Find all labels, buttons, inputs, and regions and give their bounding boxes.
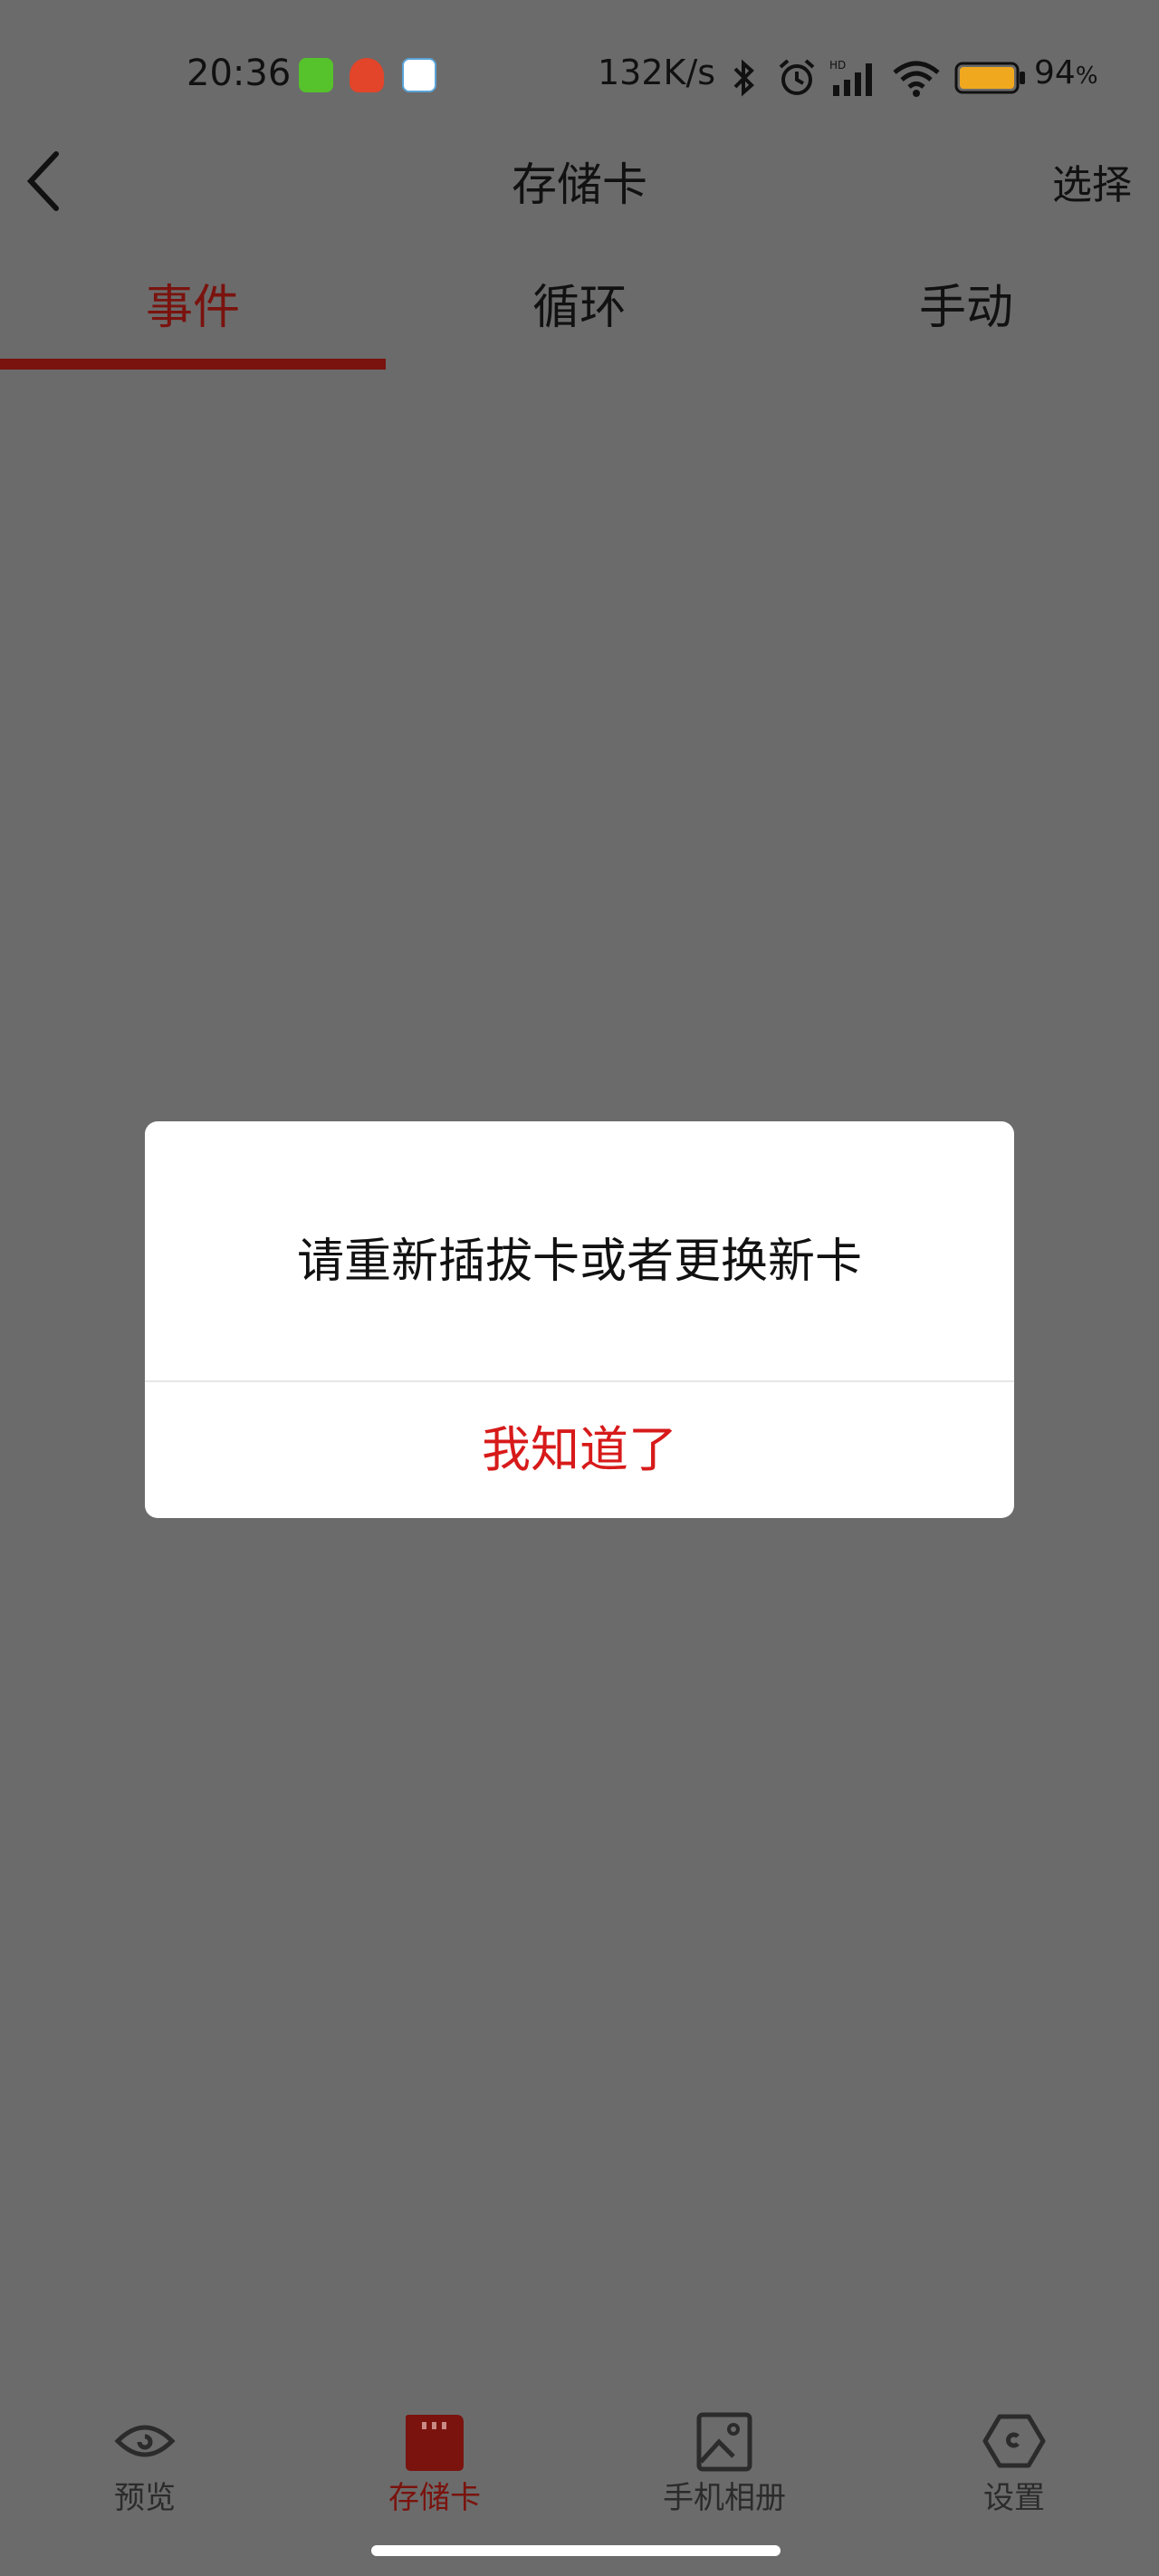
home-indicator[interactable] <box>371 2545 781 2556</box>
tab-bar: 事件 循环 手动 <box>0 263 1159 371</box>
tab-loop[interactable]: 循环 <box>387 263 772 362</box>
nav-label-phone-album: 手机相册 <box>663 2480 786 2516</box>
alarm-icon <box>779 59 815 95</box>
network-speed: 132K/s <box>598 53 716 92</box>
select-button[interactable]: 选择 <box>1052 152 1132 210</box>
hd-signal-icon: HD <box>829 59 872 96</box>
tab-manual[interactable]: 手动 <box>773 263 1159 362</box>
sd-card-icon <box>406 2415 464 2471</box>
svg-text:HD: HD <box>829 59 846 72</box>
app-notification-icon-green <box>299 58 333 92</box>
active-tab-indicator <box>0 359 386 370</box>
battery-percent: 94% <box>1034 54 1098 91</box>
nav-item-phone-album[interactable]: 手机相册 <box>580 2391 869 2527</box>
nav-item-sd-card[interactable]: 存储卡 <box>290 2391 580 2527</box>
nav-label-sd-card: 存储卡 <box>388 2480 481 2516</box>
page-title: 存储卡 <box>512 159 647 211</box>
status-time: 20:36 <box>187 53 292 94</box>
nav-label-settings: 设置 <box>983 2480 1045 2516</box>
app-notification-icon-cloud <box>402 58 436 92</box>
nav-item-settings[interactable]: 设置 <box>869 2391 1159 2527</box>
status-bar: 20:36 132K/s HD 94% <box>0 0 1159 154</box>
wifi-icon <box>893 61 940 97</box>
eye-icon <box>114 2425 176 2457</box>
dialog-confirm-button[interactable]: 我知道了 <box>145 1382 1014 1518</box>
alert-dialog: 请重新插拔卡或者更换新卡 我知道了 <box>145 1121 1014 1518</box>
dialog-message: 请重新插拔卡或者更换新卡 <box>296 1235 862 1289</box>
tab-events[interactable]: 事件 <box>0 263 386 362</box>
battery-icon <box>954 62 1025 94</box>
nav-label-preview: 预览 <box>114 2480 176 2516</box>
bottom-navigation: 预览 存储卡 手机相册 设置 <box>0 2391 1159 2527</box>
app-notification-icon-red <box>350 58 384 92</box>
top-app-bar: 存储卡 选择 <box>0 136 1159 226</box>
image-icon <box>696 2412 752 2472</box>
settings-hexagon-icon <box>982 2414 1046 2468</box>
bluetooth-icon <box>733 59 754 97</box>
nav-item-preview[interactable]: 预览 <box>0 2391 290 2527</box>
